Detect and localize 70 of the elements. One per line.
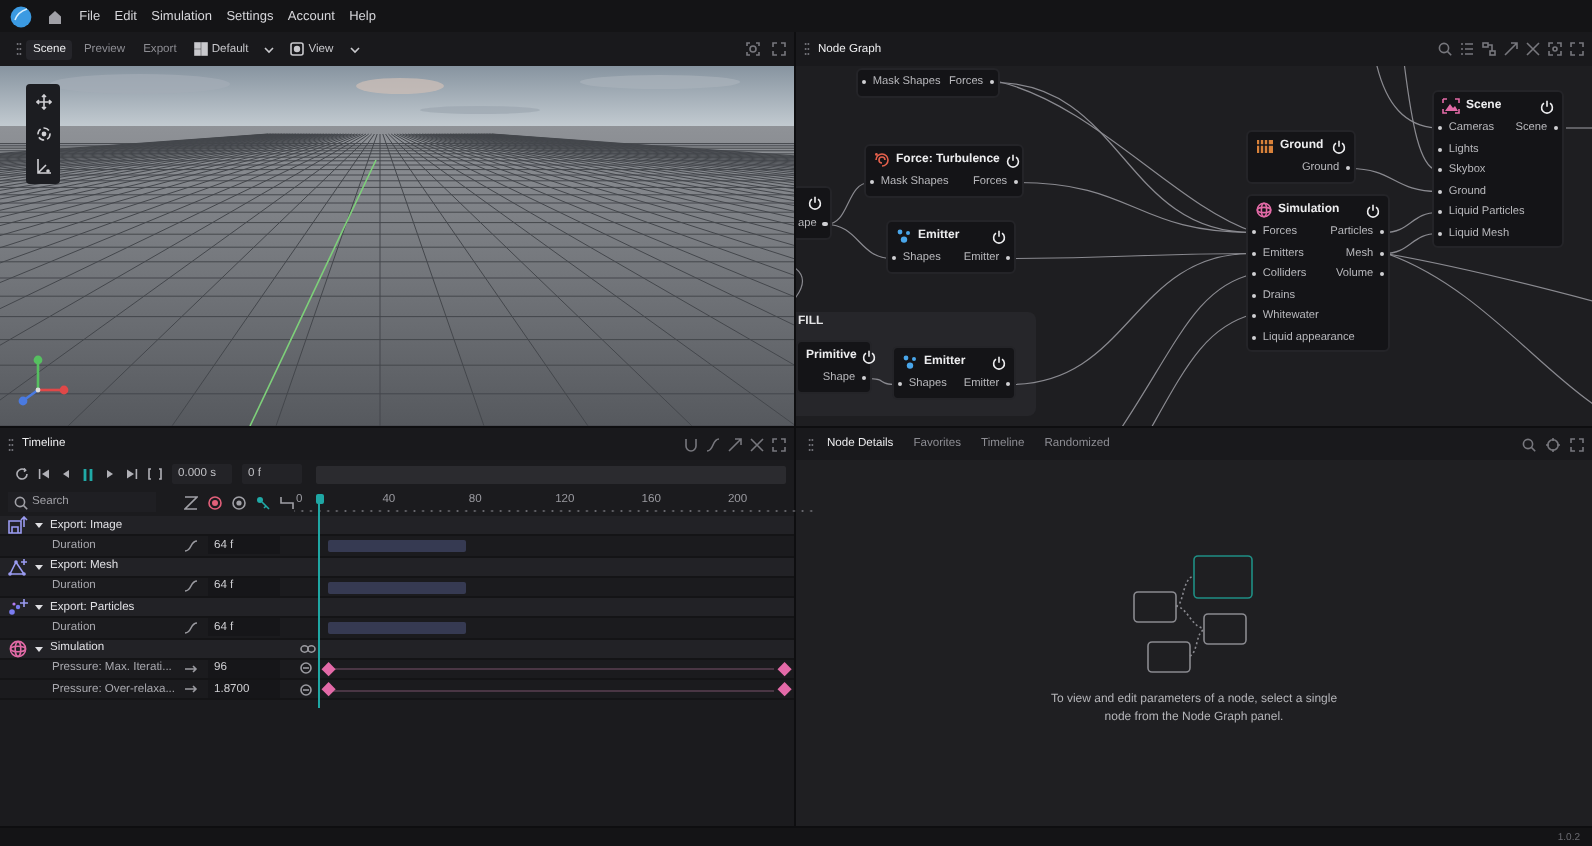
logo-icon (10, 5, 32, 27)
ease-curve-icon (184, 621, 198, 634)
power-icon[interactable] (992, 229, 1006, 243)
target-icon[interactable] (232, 495, 246, 509)
step-back-icon[interactable] (60, 468, 72, 480)
axes-icon[interactable] (35, 158, 51, 174)
frame-icon (1442, 98, 1460, 114)
home-icon[interactable] (48, 9, 62, 23)
target-icon[interactable] (1546, 437, 1560, 451)
collapse-icon[interactable] (750, 437, 764, 451)
power-icon[interactable] (808, 195, 822, 209)
link-icon[interactable] (300, 643, 316, 654)
fullscreen-icon[interactable] (772, 42, 786, 56)
expand-icon[interactable] (1504, 42, 1518, 56)
ease-curve-icon (184, 539, 198, 552)
power-icon[interactable] (1005, 153, 1020, 167)
power-icon[interactable] (1332, 139, 1346, 153)
expand-icon[interactable] (728, 437, 742, 451)
node-graph-drawing (1132, 552, 1256, 676)
collapse-icon[interactable] (1526, 42, 1540, 56)
ground-icon (1256, 138, 1274, 154)
search-icon[interactable] (1522, 437, 1536, 451)
skip-end-icon[interactable] (126, 468, 138, 480)
pause-icon[interactable] (82, 467, 94, 481)
curve-icon[interactable] (706, 437, 720, 451)
power-icon[interactable] (1540, 99, 1554, 113)
layout-icon (193, 42, 208, 56)
fullscreen-icon[interactable] (1570, 42, 1584, 56)
chevron-icon[interactable] (349, 45, 360, 53)
list-icon[interactable] (1460, 42, 1474, 56)
image-export-icon (8, 516, 28, 535)
skip-start-icon[interactable] (38, 468, 50, 480)
mesh-icon (8, 557, 28, 576)
keyframe-toggle-icon[interactable] (300, 662, 312, 675)
wire (1565, 127, 1592, 129)
power-icon[interactable] (862, 349, 877, 363)
fit-icon[interactable] (1548, 42, 1562, 56)
snap-icon[interactable] (280, 495, 294, 509)
particles-icon (8, 598, 28, 617)
key-icon[interactable] (256, 495, 270, 509)
arrow-icon (184, 663, 198, 674)
graph-icon[interactable] (1482, 42, 1496, 56)
particles-icon (902, 354, 918, 370)
magnet-icon[interactable] (684, 437, 698, 451)
range-icon[interactable] (148, 468, 162, 480)
loop-icon[interactable] (16, 468, 28, 480)
focus-icon[interactable] (746, 42, 760, 56)
caret-icon[interactable] (34, 561, 44, 572)
move-icon[interactable] (35, 94, 51, 110)
record-icon[interactable] (208, 495, 222, 509)
swirl-icon (874, 152, 890, 168)
keyframe-toggle-icon[interactable] (300, 683, 312, 696)
step-forward-icon[interactable] (104, 468, 116, 480)
sort-icon[interactable] (184, 495, 198, 509)
caret-icon[interactable] (34, 602, 44, 613)
playhead[interactable] (314, 494, 324, 708)
wire (796, 265, 804, 303)
ease-curve-icon (184, 580, 198, 593)
power-icon[interactable] (1366, 203, 1380, 217)
power-icon[interactable] (992, 355, 1006, 369)
fullscreen-icon[interactable] (1570, 437, 1584, 451)
caret-icon[interactable] (34, 643, 44, 654)
particles-icon (896, 228, 912, 244)
view-icon (290, 42, 305, 56)
search-icon[interactable] (1438, 42, 1452, 56)
arrow-icon (184, 684, 198, 695)
search-icon (14, 495, 28, 509)
caret-icon[interactable] (34, 520, 44, 531)
fullscreen-icon[interactable] (772, 437, 786, 451)
chevron-icon[interactable] (264, 45, 275, 53)
